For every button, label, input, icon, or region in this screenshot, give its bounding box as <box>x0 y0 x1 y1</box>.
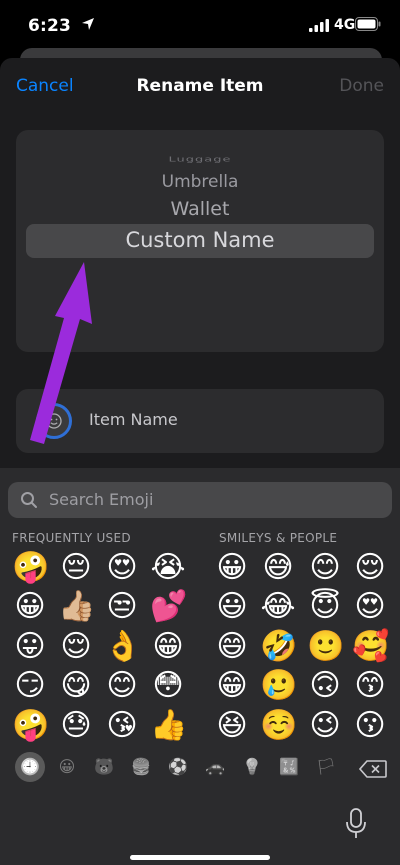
emoji-key[interactable]: 🙂 <box>307 629 344 665</box>
emoji-key[interactable]: 🤪 <box>12 708 49 744</box>
item-name-label: Item Name <box>89 410 178 429</box>
search-placeholder: Search Emoji <box>49 490 154 509</box>
emoji-key[interactable]: 👌 <box>104 629 141 665</box>
microphone-icon[interactable] <box>345 808 367 840</box>
section-title-smileys-people: SMILEYS & PEOPLE <box>219 531 338 545</box>
smiley-face-icon <box>46 413 62 429</box>
emoji-key[interactable]: 😊 <box>307 550 343 586</box>
home-indicator <box>130 855 270 860</box>
emoji-key[interactable]: 😅 <box>260 550 296 586</box>
emoji-key[interactable]: 😍 <box>104 550 140 586</box>
emoji-key[interactable]: 😉 <box>307 708 343 744</box>
emoji-key[interactable]: 😍 <box>352 589 388 625</box>
item-name-field[interactable]: Item Name <box>16 389 384 453</box>
emoji-key[interactable]: 🙃 <box>307 668 343 704</box>
emoji-key[interactable]: 😭 <box>150 550 186 586</box>
delete-key-icon[interactable] <box>359 760 387 778</box>
emoji-key[interactable]: 😌 <box>352 550 388 586</box>
status-time: 6:23 <box>28 16 72 36</box>
animal-icon[interactable]: 🐻 <box>89 752 119 782</box>
network-type-label: 4G <box>334 17 356 33</box>
emoji-key[interactable]: 😁 <box>214 668 250 704</box>
emoji-key[interactable]: 🤣 <box>260 629 297 665</box>
emoji-key[interactable]: 😌 <box>58 629 94 665</box>
emoji-key[interactable]: 😳 <box>150 668 186 704</box>
emoji-key[interactable]: 😆 <box>214 708 250 744</box>
emoji-key[interactable]: 😃 <box>214 589 250 625</box>
rename-item-sheet: Cancel Rename Item Done Luggage Umbrella… <box>0 58 400 478</box>
emoji-key[interactable]: 😁 <box>150 629 186 665</box>
emoji-key[interactable]: 😗 <box>352 708 388 744</box>
item-name-picker[interactable]: Luggage Umbrella Wallet Custom Name <box>16 130 384 352</box>
recent-clock-icon[interactable]: 🕘 <box>15 752 45 782</box>
emoji-key[interactable]: 🥲 <box>260 668 297 704</box>
emoji-key[interactable]: 😛 <box>12 629 48 665</box>
section-title-frequently-used: FREQUENTLY USED <box>12 531 131 545</box>
emoji-key[interactable]: 👍 <box>150 708 187 744</box>
search-icon <box>21 492 37 508</box>
emoji-key[interactable]: 👍🏼 <box>58 589 95 625</box>
emoji-key[interactable]: 🥰 <box>352 629 389 665</box>
emoji-key[interactable]: 😀 <box>214 550 250 586</box>
picker-option-selected[interactable]: Custom Name <box>16 228 384 252</box>
emoji-key[interactable]: 😒 <box>104 589 140 625</box>
emoji-key[interactable]: 😙 <box>352 668 388 704</box>
emoji-key[interactable]: 😊 <box>104 668 140 704</box>
food-icon[interactable]: 🍔 <box>126 752 156 782</box>
emoji-key[interactable]: 🤪 <box>12 550 49 586</box>
signal-icon <box>309 19 329 32</box>
status-bar: 6:23 4G <box>0 0 400 50</box>
symbols-icon[interactable]: 🔣 <box>274 752 304 782</box>
emoji-key[interactable]: 😋 <box>58 668 94 704</box>
travel-icon[interactable]: 🚗 <box>200 752 230 782</box>
emoji-picker-button[interactable] <box>36 403 72 439</box>
smiley-icon[interactable]: 😀 <box>52 752 82 782</box>
emoji-key[interactable]: 😓 <box>58 708 94 744</box>
emoji-key[interactable]: 😄 <box>214 629 250 665</box>
emoji-keyboard: Search Emoji FREQUENTLY USED SMILEYS & P… <box>0 468 400 865</box>
emoji-key[interactable]: 😔 <box>58 550 94 586</box>
picker-option[interactable]: Umbrella <box>16 172 384 192</box>
location-arrow-icon <box>82 18 94 30</box>
emoji-key[interactable]: ☺️ <box>260 708 297 744</box>
done-button[interactable]: Done <box>339 76 384 96</box>
picker-option[interactable]: Wallet <box>16 198 384 220</box>
emoji-key[interactable]: 😂 <box>260 589 296 625</box>
emoji-category-bar: 🕘 😀 🐻 🍔 ⚽ 🚗 💡 🔣 🏳 <box>0 752 400 786</box>
emoji-key[interactable]: 😀 <box>12 589 48 625</box>
emoji-key[interactable]: 😏 <box>12 668 48 704</box>
activity-icon[interactable]: ⚽ <box>163 752 193 782</box>
battery-icon <box>355 17 381 31</box>
flag-icon[interactable]: 🏳 <box>311 752 341 782</box>
picker-option[interactable]: Luggage <box>16 155 384 163</box>
emoji-search-input[interactable]: Search Emoji <box>8 482 392 518</box>
emoji-key[interactable]: 😇 <box>307 589 343 625</box>
objects-icon[interactable]: 💡 <box>237 752 267 782</box>
emoji-key[interactable]: 💕 <box>150 589 187 625</box>
emoji-key[interactable]: 😘 <box>104 708 140 744</box>
